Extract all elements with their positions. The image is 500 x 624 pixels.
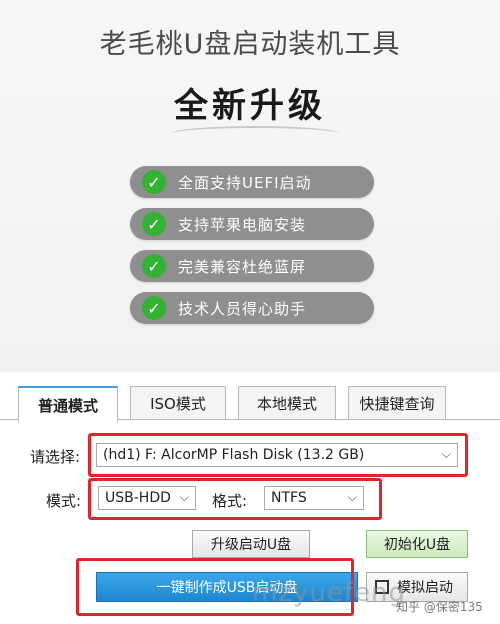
app-subtitle: 全新升级 [174,86,326,126]
feature-pill-apple: ✓ 支持苹果电脑安装 [130,208,374,240]
tab-hotkey-query[interactable]: 快捷键查询 [348,386,446,419]
check-icon: ✓ [142,212,166,236]
highlight-mode-format [88,478,382,520]
feature-pill-uefi: ✓ 全面支持UEFI启动 [130,166,374,198]
decorative-swoosh [170,126,340,142]
feature-text: 全面支持UEFI启动 [178,173,312,192]
app-title: 老毛桃U盘启动装机工具 [99,29,401,60]
feature-text: 支持苹果电脑安装 [178,215,307,234]
feature-pill-technician: ✓ 技术人员得心助手 [130,292,374,324]
highlight-disk-select [88,433,468,477]
tab-iso-mode[interactable]: ISO模式 [130,386,226,419]
check-icon: ✓ [142,254,166,278]
tab-local-mode[interactable]: 本地模式 [238,386,336,419]
watermark-credit: 知乎 @保密135 [396,600,483,614]
check-icon: ✓ [142,296,166,320]
disk-select-label: 请选择: [30,448,81,466]
tab-normal-mode[interactable]: 普通模式 [18,386,118,422]
init-usb-button[interactable]: 初始化U盘 [366,530,468,558]
promo-banner: 老毛桃U盘启动装机工具 全新升级 ✓ 全面支持UEFI启动 ✓ 支持苹果电脑安装… [0,0,500,372]
feature-pill-bluescreen: ✓ 完美兼容杜绝蓝屏 [130,250,374,282]
mode-label: 模式: [46,492,82,510]
feature-text: 技术人员得心助手 [178,299,307,318]
upgrade-usb-button[interactable]: 升级启动U盘 [192,530,310,558]
watermark-text: mzyuefeng [252,578,406,608]
check-icon: ✓ [142,170,166,194]
feature-text: 完美兼容杜绝蓝屏 [178,257,307,276]
